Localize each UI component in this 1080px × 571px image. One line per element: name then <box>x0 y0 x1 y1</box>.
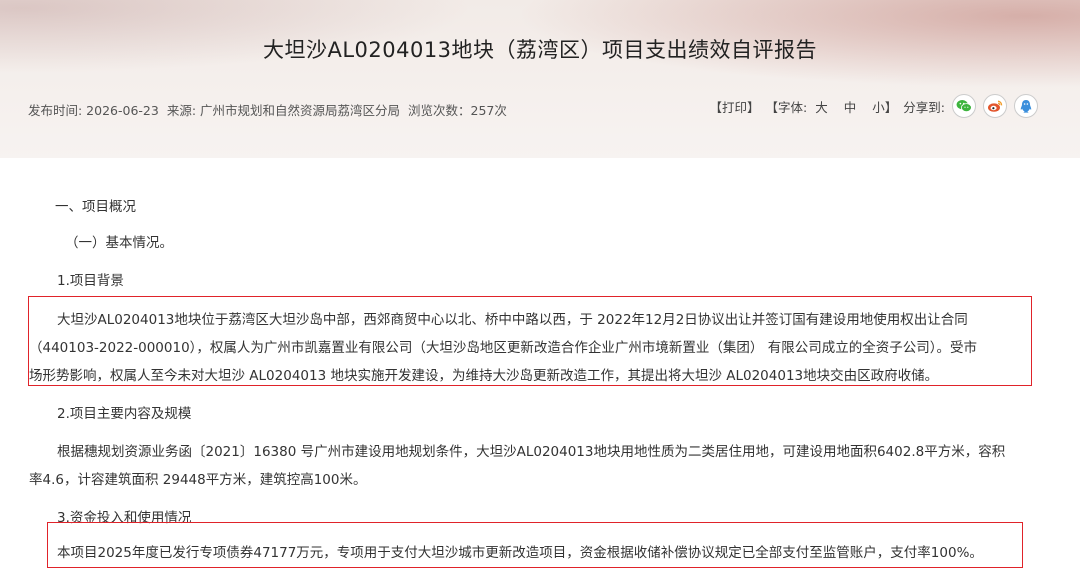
subsection-heading-basic-info: （一）基本情况。 <box>65 235 173 251</box>
font-small-link[interactable]: 小 <box>872 97 885 116</box>
highlight-box-funding <box>47 522 1023 568</box>
font-size-close: 】 <box>884 99 898 115</box>
view-count: 浏览次数：257次 <box>408 103 507 118</box>
share-wechat-button[interactable] <box>952 94 976 118</box>
heading-project-background: 1.项目背景 <box>57 273 124 289</box>
header-banner <box>0 0 1080 160</box>
share-weibo-button[interactable] <box>983 94 1007 118</box>
font-medium-link[interactable]: 中 <box>844 97 857 116</box>
article-tools: 【打印】 【字体: 大 中 小 】 分享到: <box>709 94 1038 118</box>
highlight-box-background <box>28 296 1032 386</box>
share-label: 分享到: <box>903 99 945 115</box>
page-title: 大坦沙AL0204013地块（荔湾区）项目支出绩效自评报告 <box>262 38 818 62</box>
share-qq-button[interactable] <box>1014 94 1038 118</box>
wechat-icon <box>956 100 972 113</box>
weibo-icon <box>988 100 1003 112</box>
article-meta: 发布时间: 2026-06-23 来源: 广州市规划和自然资源局荔湾区分局 浏览… <box>28 100 511 119</box>
paragraph-content-line-2: 率4.6，计容建筑面积 29448平方米，建筑控高100米。 <box>29 472 367 488</box>
source: 来源: 广州市规划和自然资源局荔湾区分局 <box>166 103 401 118</box>
font-size-label: 【字体: <box>765 99 808 115</box>
publish-time: 发布时间: 2026-06-23 <box>28 103 159 118</box>
font-large-link[interactable]: 大 <box>815 97 828 116</box>
print-link[interactable]: 【打印】 <box>709 97 759 116</box>
section-heading-1: 一、项目概况 <box>55 199 136 215</box>
heading-main-content: 2.项目主要内容及规模 <box>57 406 192 422</box>
article-body: 一、项目概况 （一）基本情况。 1.项目背景 大坦沙AL0204013地块位于荔… <box>0 158 1080 571</box>
qq-icon <box>1020 99 1032 113</box>
paragraph-content-line-1: 根据穗规划资源业务函〔2021〕16380 号广州市建设用地规划条件，大坦沙AL… <box>57 444 1006 460</box>
